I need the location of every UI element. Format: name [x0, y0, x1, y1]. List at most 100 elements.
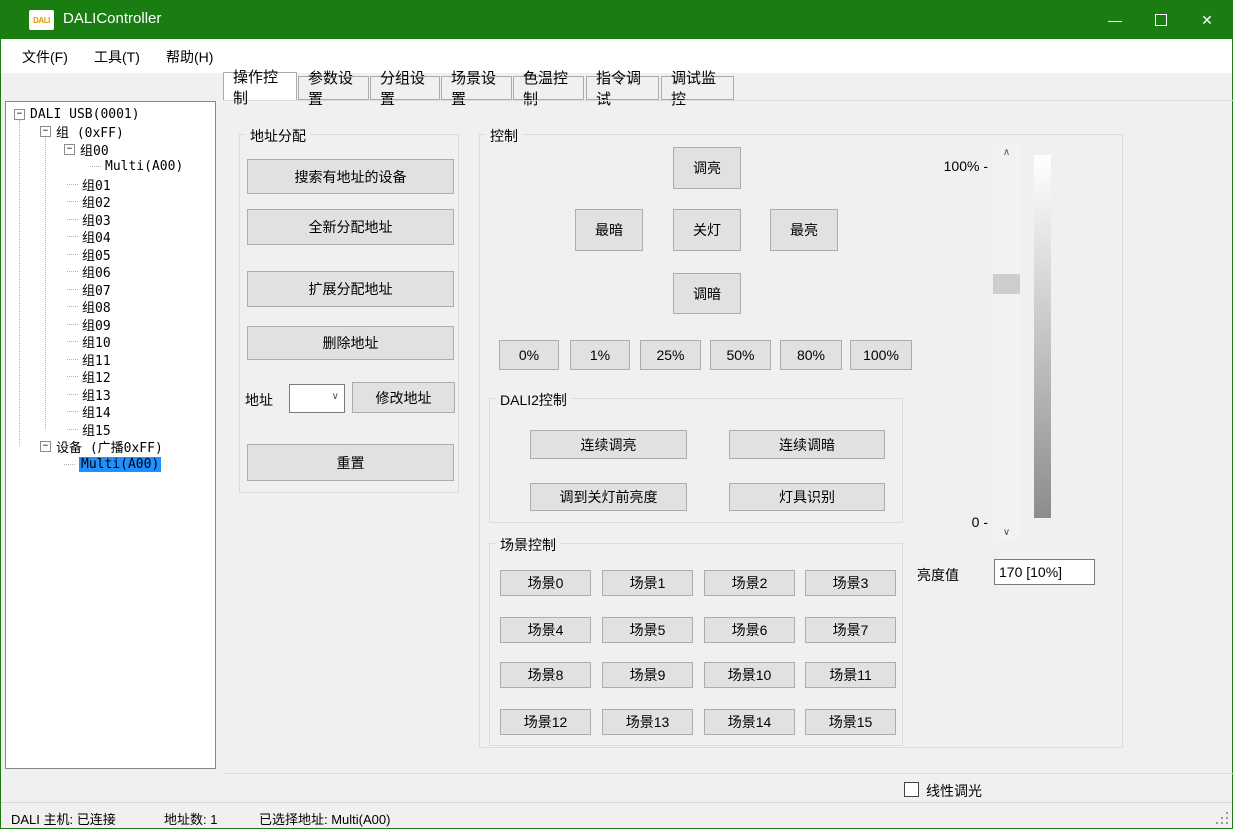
tab-command-debug[interactable]: 指令调试 — [586, 76, 659, 100]
tab-grouping-settings[interactable]: 分组设置 — [370, 76, 440, 100]
collapse-icon[interactable]: − — [40, 441, 51, 452]
tree-item-group01[interactable]: 组01 — [67, 175, 111, 193]
slider-top-label: 100% - — [920, 158, 988, 174]
scene-7-button[interactable]: 场景7 — [805, 617, 896, 643]
tree-item-group03[interactable]: 组03 — [67, 210, 111, 228]
tree-item-group07[interactable]: 组07 — [67, 280, 111, 298]
luminaire-identify-button[interactable]: 灯具识别 — [729, 483, 885, 511]
tree-item-multi-a00[interactable]: Multi(A00) — [90, 158, 183, 176]
tree-item-dali-usb[interactable]: − DALI USB(0001) — [14, 105, 140, 123]
control-group-title: 控制 — [486, 126, 522, 146]
tree-item-device-broadcast[interactable]: − 设备 (广播0xFF) — [40, 438, 163, 456]
tree-item-group-all[interactable]: − 组 (0xFF) — [40, 123, 124, 141]
tree-item-multi-a00-selected[interactable]: Multi(A00) — [64, 455, 161, 473]
tree-item-group02[interactable]: 组02 — [67, 193, 111, 211]
dali2-control-group: DALI2控制 连续调亮 连续调暗 调到关灯前亮度 灯具识别 — [489, 398, 903, 523]
tree-item-group05[interactable]: 组05 — [67, 245, 111, 263]
scene-3-button[interactable]: 场景3 — [805, 570, 896, 596]
percent-1-button[interactable]: 1% — [570, 340, 630, 370]
scene-15-button[interactable]: 场景15 — [805, 709, 896, 735]
brightness-value-label: 亮度值 — [917, 565, 959, 585]
tab-debug-monitor[interactable]: 调试监控 — [661, 76, 734, 100]
menu-tools[interactable]: 工具(T) — [94, 47, 140, 67]
scene-12-button[interactable]: 场景12 — [500, 709, 591, 735]
delete-address-button[interactable]: 删除地址 — [247, 326, 454, 360]
resize-grip[interactable] — [1214, 810, 1228, 824]
tree-item-group06[interactable]: 组06 — [67, 263, 111, 281]
title-bar: DALI DALIController — ✕ — [1, 1, 1232, 39]
tree-item-group08[interactable]: 组08 — [67, 298, 111, 316]
close-button[interactable]: ✕ — [1184, 1, 1230, 39]
menu-file[interactable]: 文件(F) — [22, 47, 68, 67]
tree-item-group11[interactable]: 组11 — [67, 350, 111, 368]
scene-13-button[interactable]: 场景13 — [602, 709, 693, 735]
tab-color-temp-control[interactable]: 色温控制 — [513, 76, 584, 100]
dim-down-button[interactable]: 调暗 — [673, 273, 741, 314]
tree-item-group09[interactable]: 组09 — [67, 315, 111, 333]
percent-25-button[interactable]: 25% — [640, 340, 701, 370]
scene-11-button[interactable]: 场景11 — [805, 662, 896, 688]
tab-page-top-border — [223, 100, 1233, 101]
collapse-icon[interactable]: − — [64, 144, 75, 155]
scroll-down-icon[interactable]: ∨ — [993, 524, 1020, 541]
chevron-down-icon: ∨ — [332, 391, 339, 402]
brightness-gradient-bar — [1034, 155, 1051, 518]
continuous-dim-up-button[interactable]: 连续调亮 — [530, 430, 687, 459]
continuous-dim-down-button[interactable]: 连续调暗 — [729, 430, 885, 459]
scene-10-button[interactable]: 场景10 — [704, 662, 795, 688]
maximize-icon — [1155, 14, 1167, 26]
scene-14-button[interactable]: 场景14 — [704, 709, 795, 735]
tab-operation-control[interactable]: 操作控制 — [223, 72, 297, 100]
goto-last-level-button[interactable]: 调到关灯前亮度 — [530, 483, 687, 511]
status-host-connection: DALI 主机: 已连接 — [11, 809, 116, 828]
scene-6-button[interactable]: 场景6 — [704, 617, 795, 643]
collapse-icon[interactable]: − — [14, 109, 25, 120]
dim-up-button[interactable]: 调亮 — [673, 147, 741, 189]
linear-dimming-label: 线性调光 — [926, 781, 982, 801]
linear-dimming-checkbox[interactable] — [904, 782, 919, 797]
scene-9-button[interactable]: 场景9 — [602, 662, 693, 688]
tab-page-bottom-border — [223, 773, 1233, 774]
scene-1-button[interactable]: 场景1 — [602, 570, 693, 596]
percent-50-button[interactable]: 50% — [710, 340, 771, 370]
modify-address-button[interactable]: 修改地址 — [352, 382, 455, 413]
scene-2-button[interactable]: 场景2 — [704, 570, 795, 596]
status-address-count: 地址数: 1 — [164, 809, 217, 828]
app-icon: DALI — [29, 10, 54, 30]
percent-0-button[interactable]: 0% — [499, 340, 559, 370]
address-label: 地址 — [245, 390, 273, 410]
scrollbar-thumb[interactable] — [993, 274, 1020, 294]
min-brightness-button[interactable]: 最暗 — [575, 209, 643, 251]
tab-parameter-settings[interactable]: 参数设置 — [298, 76, 369, 100]
scroll-up-icon[interactable]: ∧ — [993, 144, 1020, 161]
scene-5-button[interactable]: 场景5 — [602, 617, 693, 643]
search-addressed-devices-button[interactable]: 搜索有地址的设备 — [247, 159, 454, 194]
light-off-button[interactable]: 关灯 — [673, 209, 741, 251]
scene-0-button[interactable]: 场景0 — [500, 570, 591, 596]
tree-item-group04[interactable]: 组04 — [67, 228, 111, 246]
percent-100-button[interactable]: 100% — [850, 340, 912, 370]
reset-button[interactable]: 重置 — [247, 444, 454, 481]
extend-assign-address-button[interactable]: 扩展分配地址 — [247, 271, 454, 307]
scene-8-button[interactable]: 场景8 — [500, 662, 591, 688]
tab-scene-settings[interactable]: 场景设置 — [441, 76, 512, 100]
tree-item-group10[interactable]: 组10 — [67, 333, 111, 351]
assign-new-address-button[interactable]: 全新分配地址 — [247, 209, 454, 245]
tree-item-group15[interactable]: 组15 — [67, 420, 111, 438]
scene-4-button[interactable]: 场景4 — [500, 617, 591, 643]
menu-help[interactable]: 帮助(H) — [166, 47, 213, 67]
max-brightness-button[interactable]: 最亮 — [770, 209, 838, 251]
tree-item-group12[interactable]: 组12 — [67, 368, 111, 386]
address-combobox[interactable]: ∨ — [289, 384, 345, 413]
tree-guide — [19, 120, 20, 446]
tree-item-group14[interactable]: 组14 — [67, 403, 111, 421]
slider-bottom-label: 0 - — [920, 514, 988, 530]
tree-item-group13[interactable]: 组13 — [67, 385, 111, 403]
percent-80-button[interactable]: 80% — [780, 340, 842, 370]
collapse-icon[interactable]: − — [40, 126, 51, 137]
maximize-button[interactable] — [1138, 1, 1184, 39]
brightness-value-field[interactable]: 170 [10%] — [994, 559, 1095, 585]
tree-item-group00[interactable]: − 组00 — [64, 140, 109, 158]
brightness-scrollbar[interactable]: ∧ ∨ — [993, 144, 1020, 541]
minimize-button[interactable]: — — [1092, 1, 1138, 39]
